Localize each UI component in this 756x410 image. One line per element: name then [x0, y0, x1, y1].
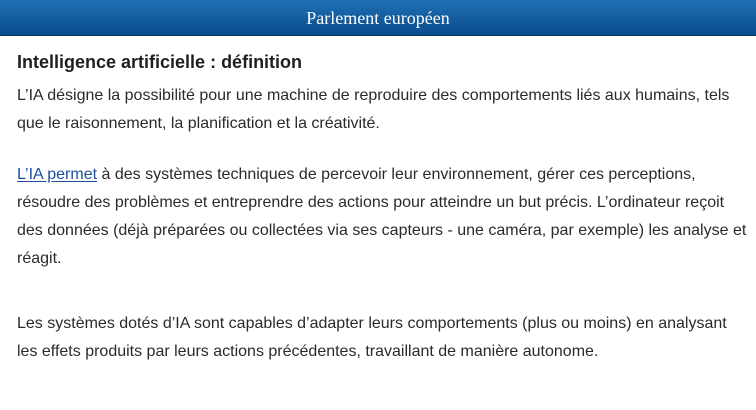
paragraph-adaptation: Les systèmes dotés d’IA sont capables d’… — [17, 315, 727, 360]
article-content: Intelligence artificielle : définition L… — [17, 50, 747, 366]
ia-permet-link[interactable]: L’IA permet — [17, 166, 97, 183]
header-bar: Parlement européen — [0, 0, 756, 36]
paragraph-capabilities-text: à des systèmes techniques de percevoir l… — [17, 166, 747, 267]
article-heading: Intelligence artificielle : définition — [17, 52, 303, 72]
header-title: Parlement européen — [306, 8, 450, 28]
paragraph-definition: L’IA désigne la possibilité pour une mac… — [17, 87, 730, 132]
paragraph-capabilities: L’IA permet à des systèmes techniques de… — [17, 161, 747, 273]
